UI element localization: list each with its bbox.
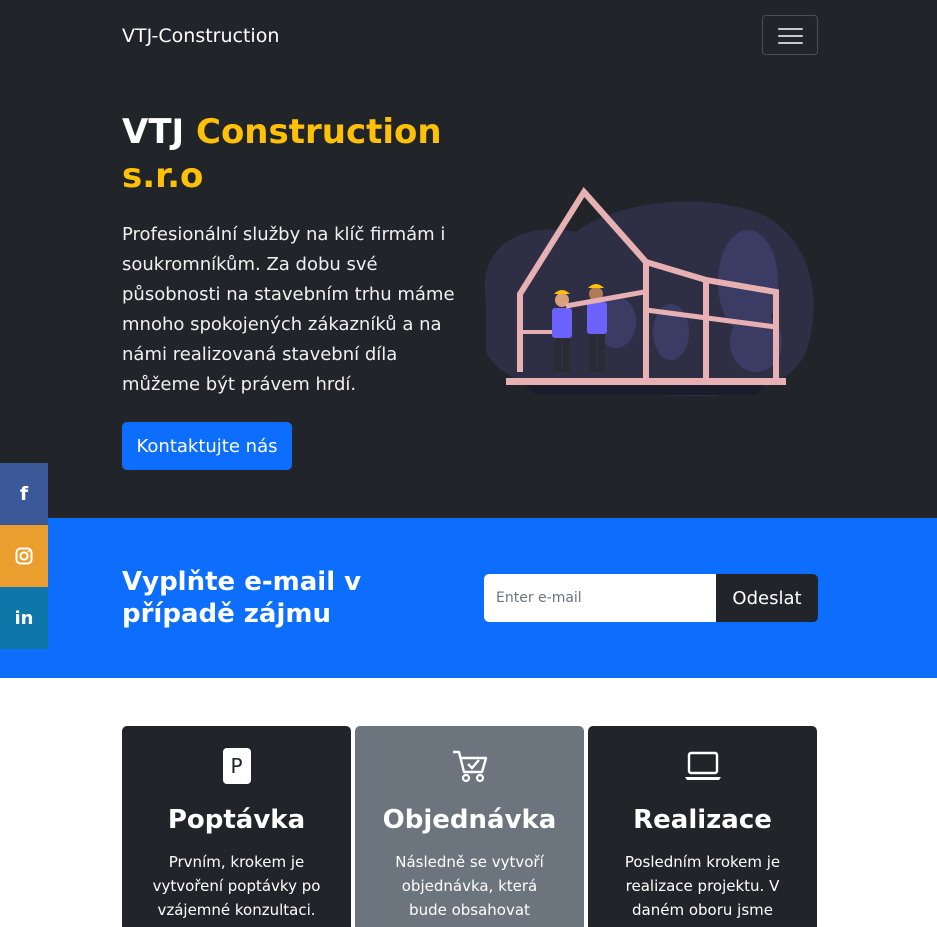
step-card-poptavka: P Poptávka Prvním, krokem je vytvoření p…: [122, 726, 351, 927]
hero-title-main: VTJ: [122, 112, 196, 152]
brand-link[interactable]: VTJ-Construction: [122, 22, 279, 50]
email-input[interactable]: [484, 574, 717, 622]
instagram-icon[interactable]: [0, 525, 48, 587]
steps-section: P Poptávka Prvním, krokem je vytvoření p…: [0, 678, 937, 927]
step-text: Prvním, krokem je vytvoření poptávky po …: [152, 853, 321, 919]
step-title: Poptávka: [167, 805, 306, 835]
hero-description: Profesionální služby na klíč firmám i so…: [122, 224, 455, 395]
menu-toggle-button[interactable]: [762, 15, 818, 55]
laptop-icon: [588, 746, 817, 786]
newsletter-section: Vyplňte e-mail v případě zájmu Odeslat: [0, 518, 937, 678]
step-text: Posledním krokem je realizace projektu. …: [624, 853, 781, 919]
parking-sign-icon: P: [122, 746, 351, 786]
newsletter-heading: Vyplňte e-mail v případě zájmu: [122, 567, 362, 629]
instagram-glyph: [15, 547, 33, 565]
construction-illustration: [484, 187, 814, 397]
hamburger-icon-line: [778, 35, 803, 37]
hero-title: VTJ Construction s.r.o: [122, 110, 442, 198]
send-button[interactable]: Odeslat: [716, 574, 818, 622]
linkedin-icon[interactable]: in: [0, 587, 48, 649]
cart-check-icon: [355, 746, 584, 786]
step-title: Objednávka: [382, 805, 557, 835]
cart-check-glyph: [452, 750, 487, 783]
floor-shadow: [526, 385, 766, 395]
hero-section: VTJ Construction s.r.o Profesionální slu…: [0, 72, 937, 518]
laptop-glyph: [684, 751, 721, 780]
floor-frame: [506, 378, 786, 385]
contact-button[interactable]: Kontaktujte nás: [122, 422, 292, 470]
hamburger-icon-line: [778, 28, 803, 30]
parking-sign-glyph: P: [222, 748, 251, 784]
navbar: VTJ-Construction: [0, 0, 937, 72]
step-text: Následně se vytvoří objednávka, která bu…: [395, 853, 544, 919]
hamburger-icon-line: [778, 42, 803, 44]
step-card-realizace: Realizace Posledním krokem je realizace …: [588, 726, 817, 927]
facebook-icon[interactable]: f: [0, 463, 48, 525]
step-title: Realizace: [633, 805, 772, 835]
step-card-objednavka: Objednávka Následně se vytvoří objednávk…: [355, 726, 584, 927]
